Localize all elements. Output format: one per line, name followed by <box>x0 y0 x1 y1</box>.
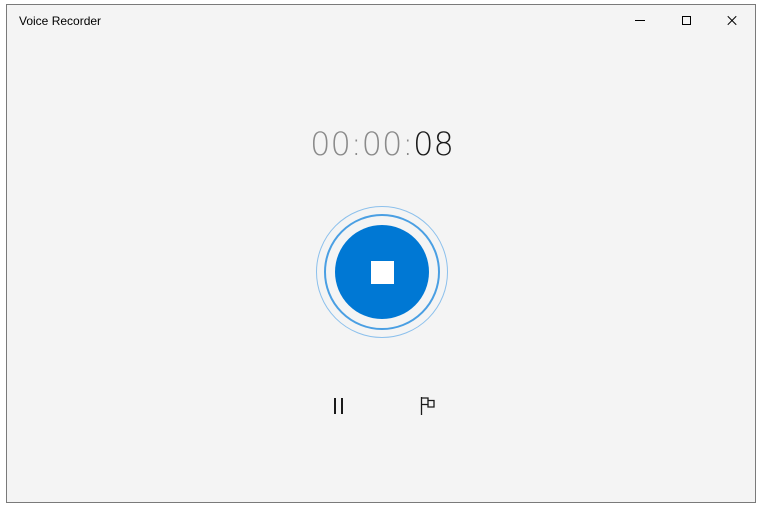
pause-button[interactable] <box>323 391 353 421</box>
add-marker-button[interactable] <box>413 391 443 421</box>
stop-recording-button[interactable] <box>335 225 429 319</box>
timer-separator: : <box>402 125 414 163</box>
app-window: Voice Recorder 00:00:08 <box>6 4 756 503</box>
record-control <box>316 206 448 338</box>
timer-hours: 00 <box>310 125 351 163</box>
maximize-icon <box>681 16 691 25</box>
minimize-button[interactable] <box>617 5 663 36</box>
pause-icon <box>333 398 343 414</box>
timer-separator: : <box>350 125 362 163</box>
close-button[interactable] <box>709 5 755 36</box>
app-title: Voice Recorder <box>19 14 102 28</box>
maximize-button[interactable] <box>663 5 709 36</box>
timer-seconds: 08 <box>413 125 454 163</box>
stop-icon <box>370 260 394 284</box>
recording-timer: 00:00:08 <box>7 125 757 163</box>
title-bar[interactable]: Voice Recorder <box>7 5 755 36</box>
close-icon <box>726 15 738 27</box>
timer-minutes: 00 <box>361 125 403 163</box>
flag-icon <box>420 397 435 415</box>
minimize-icon <box>635 20 645 21</box>
